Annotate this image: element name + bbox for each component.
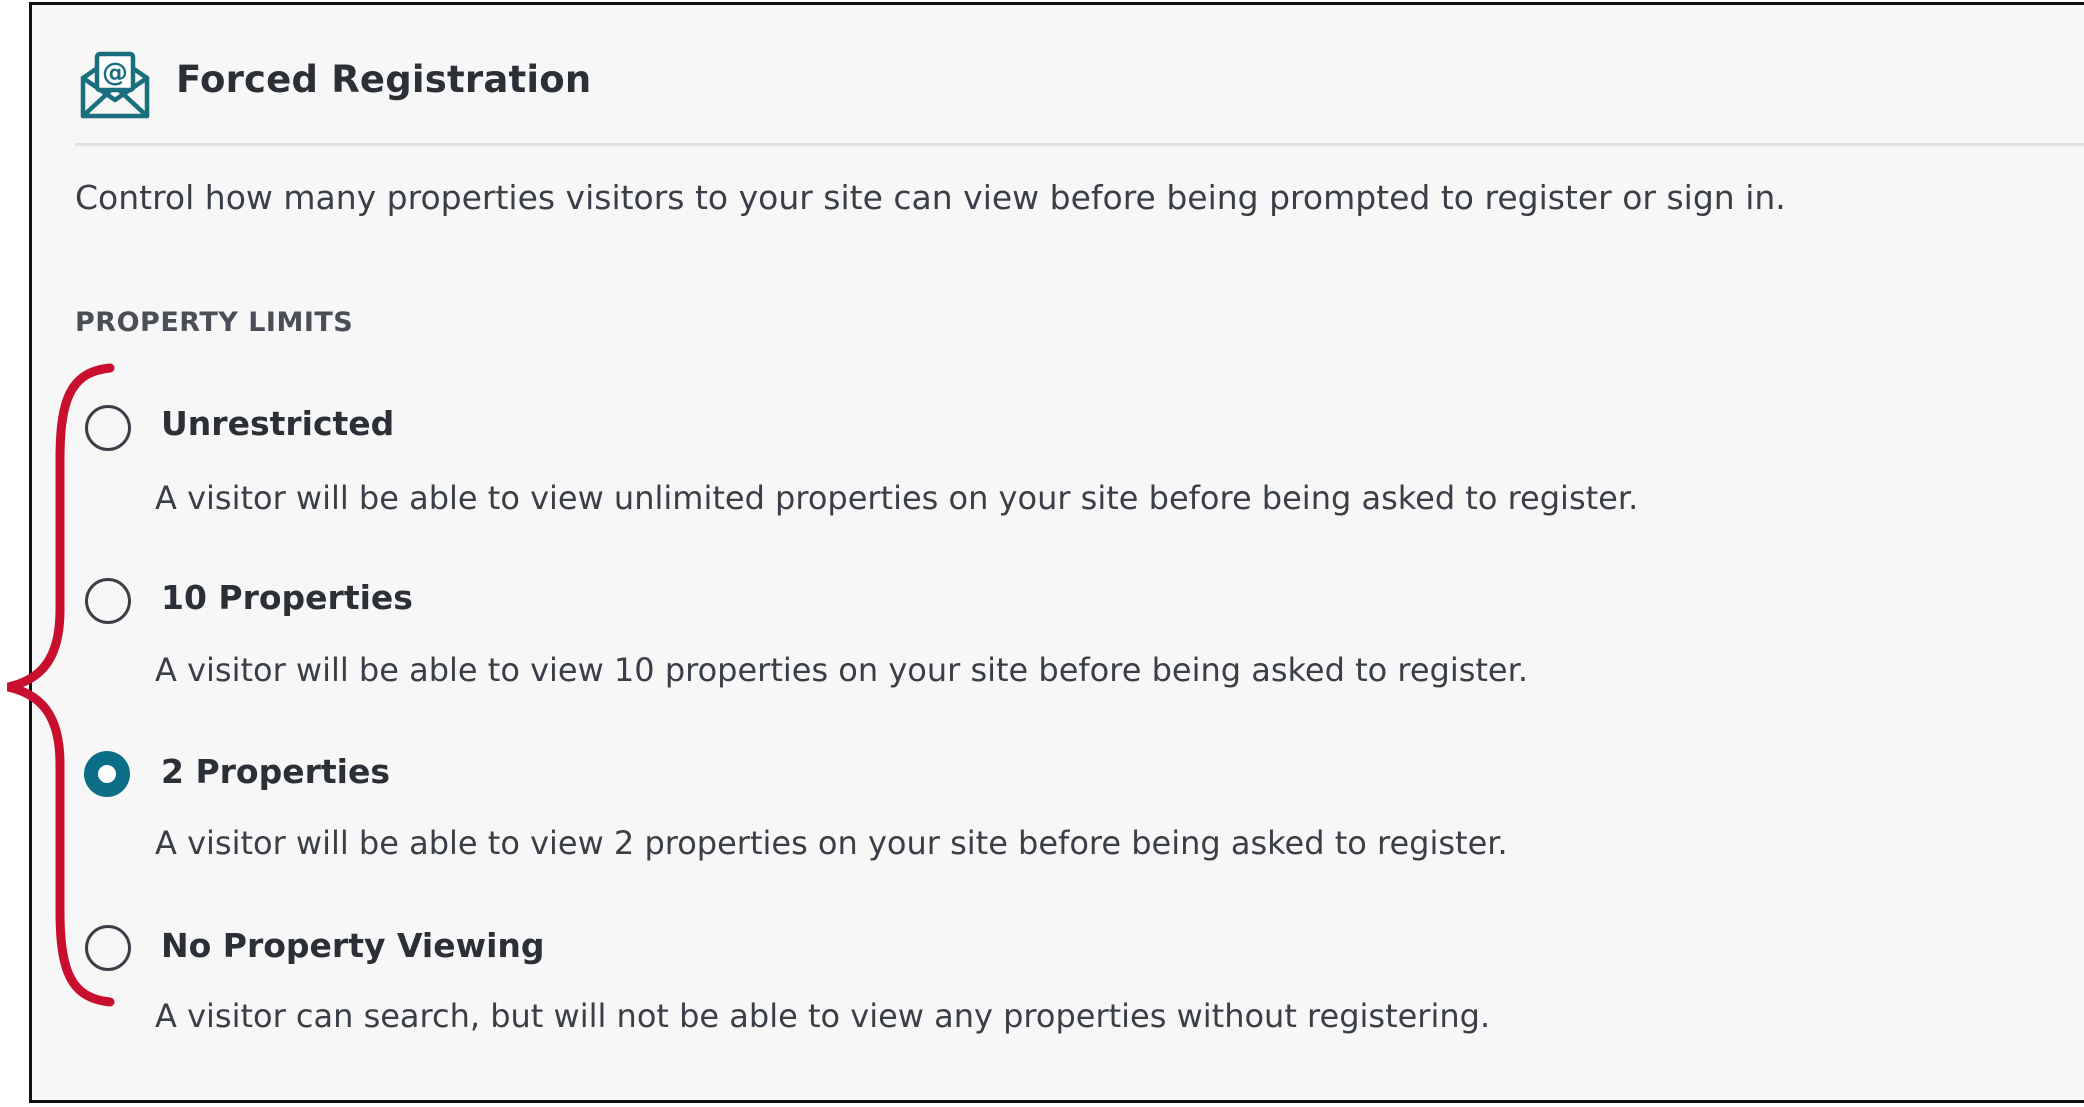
option-description-10-properties: A visitor will be able to view 10 proper… bbox=[155, 651, 1528, 689]
svg-text:@: @ bbox=[102, 58, 128, 88]
annotation-brace bbox=[6, 363, 115, 1007]
option-label-2-properties[interactable]: 2 Properties bbox=[161, 752, 390, 791]
option-description-unrestricted: A visitor will be able to view unlimited… bbox=[155, 479, 1639, 517]
option-label-10-properties[interactable]: 10 Properties bbox=[161, 578, 413, 617]
option-description-no-property-viewing: A visitor can search, but will not be ab… bbox=[155, 997, 1491, 1035]
option-label-unrestricted[interactable]: Unrestricted bbox=[161, 404, 394, 443]
option-label-no-property-viewing[interactable]: No Property Viewing bbox=[161, 926, 545, 965]
property-limits-heading: PROPERTY LIMITS bbox=[75, 307, 354, 338]
envelope-at-icon: @ bbox=[80, 51, 150, 119]
option-description-2-properties: A visitor will be able to view 2 propert… bbox=[155, 824, 1508, 862]
section-description: Control how many properties visitors to … bbox=[75, 178, 1786, 217]
header-divider bbox=[75, 143, 2084, 146]
page-title: Forced Registration bbox=[176, 58, 592, 101]
